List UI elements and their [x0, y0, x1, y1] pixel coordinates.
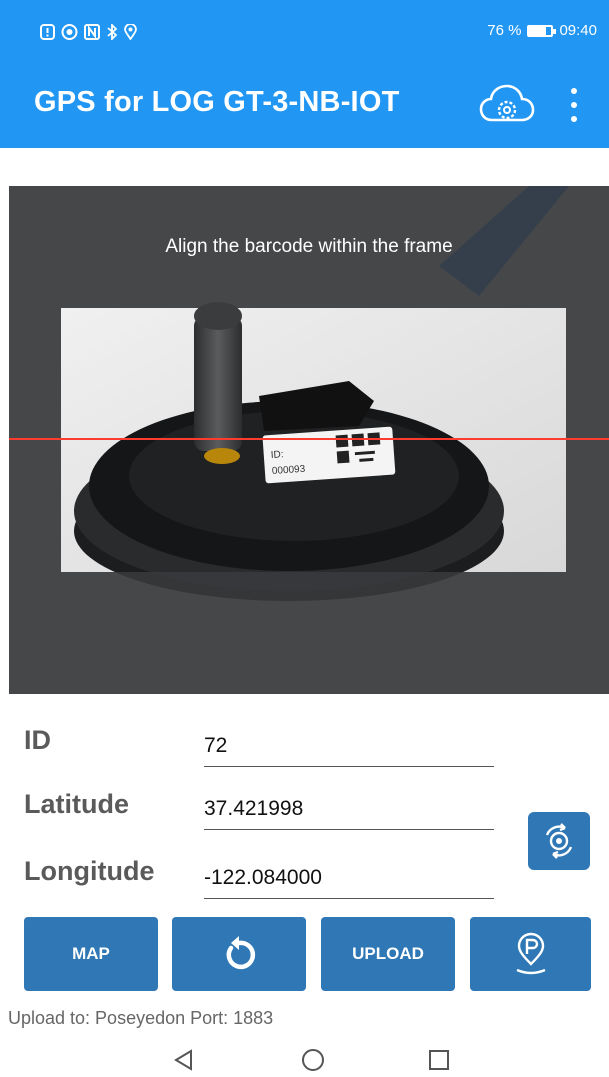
- camera-preview: ID: 000093: [9, 186, 609, 694]
- longitude-label: Longitude: [24, 856, 155, 886]
- refresh-button[interactable]: [172, 917, 306, 991]
- home-circle-icon: [302, 1049, 324, 1071]
- app-title: GPS for LOG GT-3-NB-IOT: [34, 86, 400, 118]
- parking-location-icon: [516, 932, 545, 975]
- status-bar: 76 % 09:40: [0, 0, 609, 62]
- latitude-label: Latitude: [24, 789, 129, 819]
- cloud-gear-icon: [479, 84, 535, 122]
- bluetooth-icon: [107, 24, 118, 40]
- gps-locate-button[interactable]: [528, 812, 590, 870]
- barcode-scanner-view[interactable]: ID: 000093 Align the barcode within the …: [9, 186, 609, 694]
- upload-button[interactable]: UPLOAD: [321, 917, 455, 991]
- nfc-icon: [84, 24, 100, 40]
- more-vert-icon: [571, 88, 577, 94]
- app-bar: GPS for LOG GT-3-NB-IOT: [0, 62, 609, 148]
- back-triangle-icon: [174, 1049, 192, 1071]
- nav-back-button[interactable]: [168, 1045, 198, 1075]
- battery-percent: 76 %: [487, 22, 522, 39]
- overflow-menu-button[interactable]: [562, 84, 586, 126]
- longitude-field[interactable]: -122.084000: [204, 866, 494, 899]
- cloud-settings-button[interactable]: [478, 82, 536, 128]
- nav-home-button[interactable]: [298, 1045, 328, 1075]
- scan-line: [9, 438, 609, 440]
- refresh-icon: [226, 936, 256, 970]
- gps-locate-icon: [545, 823, 573, 859]
- status-icons: [40, 24, 137, 40]
- parking-location-button[interactable]: [470, 917, 591, 991]
- battery-fill: [529, 26, 547, 35]
- system-nav-bar: [0, 1040, 609, 1077]
- nav-recents-button[interactable]: [424, 1045, 454, 1075]
- clock: 09:40: [559, 22, 597, 39]
- notification-icon: [40, 24, 55, 40]
- location-icon: [124, 24, 137, 40]
- status-right: 76 % 09:40: [487, 22, 597, 39]
- latitude-field[interactable]: 37.421998: [204, 797, 494, 830]
- map-button[interactable]: MAP: [24, 917, 158, 991]
- upload-target-info: Upload to: Poseyedon Port: 1883: [8, 1008, 274, 1028]
- scan-instruction: Align the barcode within the frame: [165, 236, 453, 257]
- recents-square-icon: [429, 1050, 449, 1070]
- battery-icon: [527, 24, 557, 37]
- id-field[interactable]: 72: [204, 734, 494, 767]
- id-label: ID: [24, 725, 51, 755]
- eye-icon: [61, 24, 78, 40]
- device-label-code: 000093: [272, 464, 306, 477]
- device-label-id: ID:: [270, 449, 284, 461]
